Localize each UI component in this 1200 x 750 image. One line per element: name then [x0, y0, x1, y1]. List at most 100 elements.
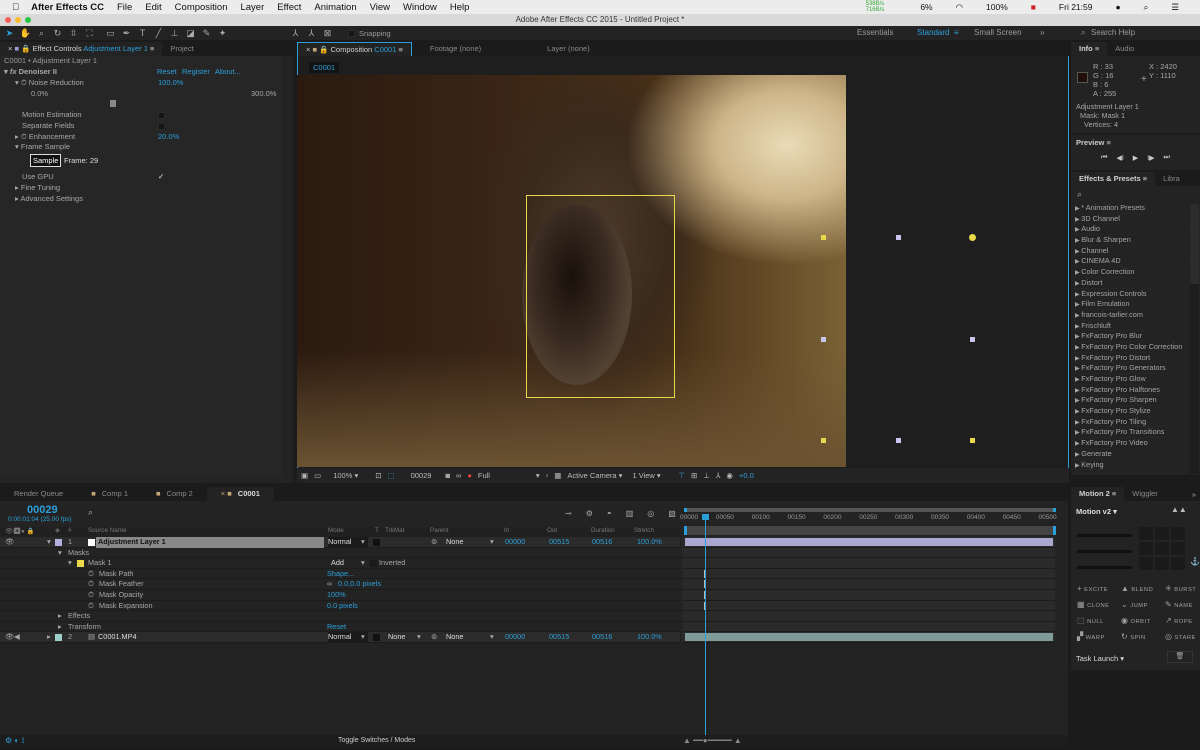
- layer-name[interactable]: C0001.MP4: [98, 632, 137, 643]
- sample-button[interactable]: Sample: [30, 154, 62, 167]
- effects-category[interactable]: ▶ Channel: [1071, 246, 1189, 257]
- tab-info[interactable]: Info ≡: [1071, 42, 1108, 56]
- orbit-button[interactable]: ◉ ORBIT: [1121, 616, 1151, 625]
- track-row[interactable]: [682, 547, 1055, 559]
- separate-fields-checkbox[interactable]: [158, 123, 165, 130]
- effects-category[interactable]: ▶ francois-tarlier.com: [1071, 310, 1189, 321]
- menu-composition[interactable]: Composition: [175, 2, 228, 13]
- effects-category[interactable]: ▶ * Animation Presets: [1071, 203, 1189, 214]
- comp-breadcrumb[interactable]: C0001: [309, 62, 340, 73]
- table-row[interactable]: ▸ Effects: [0, 611, 680, 622]
- more-workspaces-icon[interactable]: »: [1040, 26, 1044, 40]
- hand-tool-icon[interactable]: ✋: [19, 28, 32, 38]
- track-row[interactable]: [682, 600, 1055, 612]
- effects-category[interactable]: ▶ Color Correction: [1071, 267, 1189, 278]
- workspace-standard[interactable]: Standard: [917, 26, 949, 40]
- tab-footage[interactable]: Footage (none): [422, 42, 489, 56]
- col-mode[interactable]: Mode: [328, 527, 344, 534]
- parent-chevron-icon[interactable]: ▾: [490, 537, 494, 548]
- mountains-icon[interactable]: ▲▲: [1171, 505, 1187, 514]
- region-of-interest-icon[interactable]: ⊡: [375, 471, 381, 480]
- play-button[interactable]: ▶: [1133, 154, 1138, 162]
- track-row[interactable]: [682, 611, 1055, 622]
- toggle-pixel-aspect-icon[interactable]: ⊤: [678, 471, 685, 480]
- axis-world-icon[interactable]: ⅄: [305, 28, 318, 38]
- effects-category[interactable]: ▶ FxFactory Pro Transitions: [1071, 427, 1189, 439]
- track-row[interactable]: [682, 568, 1055, 580]
- pickwhip-icon[interactable]: ⊚: [431, 537, 437, 548]
- table-row[interactable]: ⏱ Mask Feather 0.0,0.0 pixels ∞: [0, 579, 680, 590]
- stopwatch-icon[interactable]: ⏱: [88, 590, 94, 601]
- label-color[interactable]: [55, 539, 62, 546]
- spin-button[interactable]: ↻ SPIN: [1121, 632, 1146, 641]
- blend-button[interactable]: ▲ BLEND: [1121, 584, 1153, 593]
- effects-category[interactable]: ▶ Distort: [1071, 278, 1189, 289]
- layer-stretch[interactable]: 100.0%: [637, 537, 662, 548]
- effects-category[interactable]: ▶ CINEMA 4D: [1071, 256, 1189, 268]
- first-frame-button[interactable]: ⏮: [1101, 154, 1107, 162]
- parent-chevron-icon[interactable]: ▾: [490, 632, 494, 643]
- effects-scrollbar[interactable]: [1190, 204, 1199, 474]
- previous-frame-button[interactable]: ◀I: [1116, 154, 1123, 162]
- tab-layer[interactable]: Layer (none): [539, 42, 598, 56]
- selection-tool-icon[interactable]: ➤: [3, 28, 16, 38]
- mask-mode-chevron-icon[interactable]: ▾: [361, 558, 365, 569]
- timeline-icon[interactable]: ⊥: [703, 471, 710, 480]
- notification-icon[interactable]: ☰: [1171, 2, 1179, 13]
- effect-denoiser[interactable]: ▾ fx Denoiser II: [4, 67, 57, 78]
- track-row[interactable]: [682, 579, 1055, 590]
- playhead[interactable]: [701, 514, 709, 736]
- mode-chevron-icon[interactable]: ▾: [361, 632, 365, 643]
- mask-vertex-handle[interactable]: [895, 438, 901, 443]
- stopwatch-icon[interactable]: ⏱: [88, 601, 94, 612]
- use-gpu-checkbox[interactable]: ✓: [158, 172, 164, 183]
- effects-category[interactable]: ▶ FxFactory Pro Stylize: [1071, 406, 1189, 417]
- axis-icon[interactable]: ⅄: [289, 28, 302, 38]
- preserve-transparency-checkbox[interactable]: [373, 539, 380, 546]
- property-value[interactable]: 100%: [327, 590, 346, 601]
- jump-button[interactable]: ⌄ JUMP: [1121, 600, 1148, 609]
- app-menu[interactable]: After Effects CC: [31, 2, 104, 13]
- always-preview-icon[interactable]: ▣: [301, 471, 308, 480]
- graph-editor-icon[interactable]: ▧: [668, 509, 676, 518]
- constrain-link-icon[interactable]: ∞: [327, 579, 332, 590]
- burst-button[interactable]: ✳ BURST: [1165, 584, 1196, 593]
- zoom-slider[interactable]: ▲ ━━●━━━━━ ▲: [683, 736, 742, 745]
- search-help-input[interactable]: Search Help: [1091, 26, 1135, 40]
- toggle-mask-visibility-icon[interactable]: ⬚: [387, 471, 394, 480]
- spotlight-icon[interactable]: ⌕: [1144, 2, 1149, 13]
- slider-knob[interactable]: [109, 100, 116, 107]
- table-row[interactable]: 👁 ◀ ▸ 2 ▤ C0001.MP4 Normal ▾ None ▾ ⊚ None ▾ 00000 005…: [0, 632, 680, 643]
- track-row[interactable]: [682, 621, 1055, 633]
- null-button[interactable]: ⬚ NULL: [1077, 616, 1104, 625]
- table-row[interactable]: ▾ Mask 1 Add ▾ Inverted: [0, 558, 680, 569]
- mask-outline[interactable]: [526, 195, 675, 398]
- minimize-button[interactable]: [15, 17, 21, 23]
- channel-icon[interactable]: ●: [467, 471, 472, 480]
- expand-arrow-icon[interactable]: ▸: [58, 622, 62, 633]
- battery-level[interactable]: 100%: [986, 2, 1008, 12]
- layer-duration[interactable]: 00516: [592, 537, 612, 548]
- clone-button[interactable]: ▦ CLONE: [1077, 600, 1110, 609]
- frame-sample-group[interactable]: ▾ Frame Sample: [15, 142, 70, 153]
- property-value[interactable]: 0.0 pixels: [327, 601, 358, 612]
- pen-tool-icon[interactable]: ✒: [120, 28, 133, 38]
- layer-out[interactable]: 00515: [549, 632, 569, 643]
- effects-category[interactable]: ▶ FxFactory Pro Generators: [1071, 363, 1189, 374]
- toggle-switches-modes[interactable]: Toggle Switches / Modes: [338, 737, 415, 744]
- resolution-chevron-icon[interactable]: ▾: [536, 471, 540, 480]
- close-window-button[interactable]: [5, 17, 11, 23]
- expand-arrow-icon[interactable]: ▸: [47, 632, 51, 643]
- clone-stamp-tool-icon[interactable]: ⊥: [168, 28, 181, 38]
- excite-button[interactable]: + EXCITE: [1077, 584, 1108, 593]
- exposure-icon[interactable]: ◉: [726, 471, 733, 480]
- apple-menu[interactable]: : [12, 2, 19, 13]
- effects-category[interactable]: ▶ Frischluft: [1071, 321, 1189, 332]
- tab-composition[interactable]: × ■ 🔒 Composition C0001 ≡: [297, 42, 412, 56]
- menu-effect[interactable]: Effect: [277, 2, 301, 13]
- tab-effect-controls[interactable]: × ■ 🔒 Effect Controls Adjustment Layer 1…: [0, 42, 163, 56]
- resolution-dropdown[interactable]: Full: [478, 471, 530, 480]
- stopwatch-icon[interactable]: ⏱: [88, 579, 94, 590]
- zoom-button[interactable]: [25, 17, 31, 23]
- workspace-essentials[interactable]: Essentials: [857, 26, 893, 40]
